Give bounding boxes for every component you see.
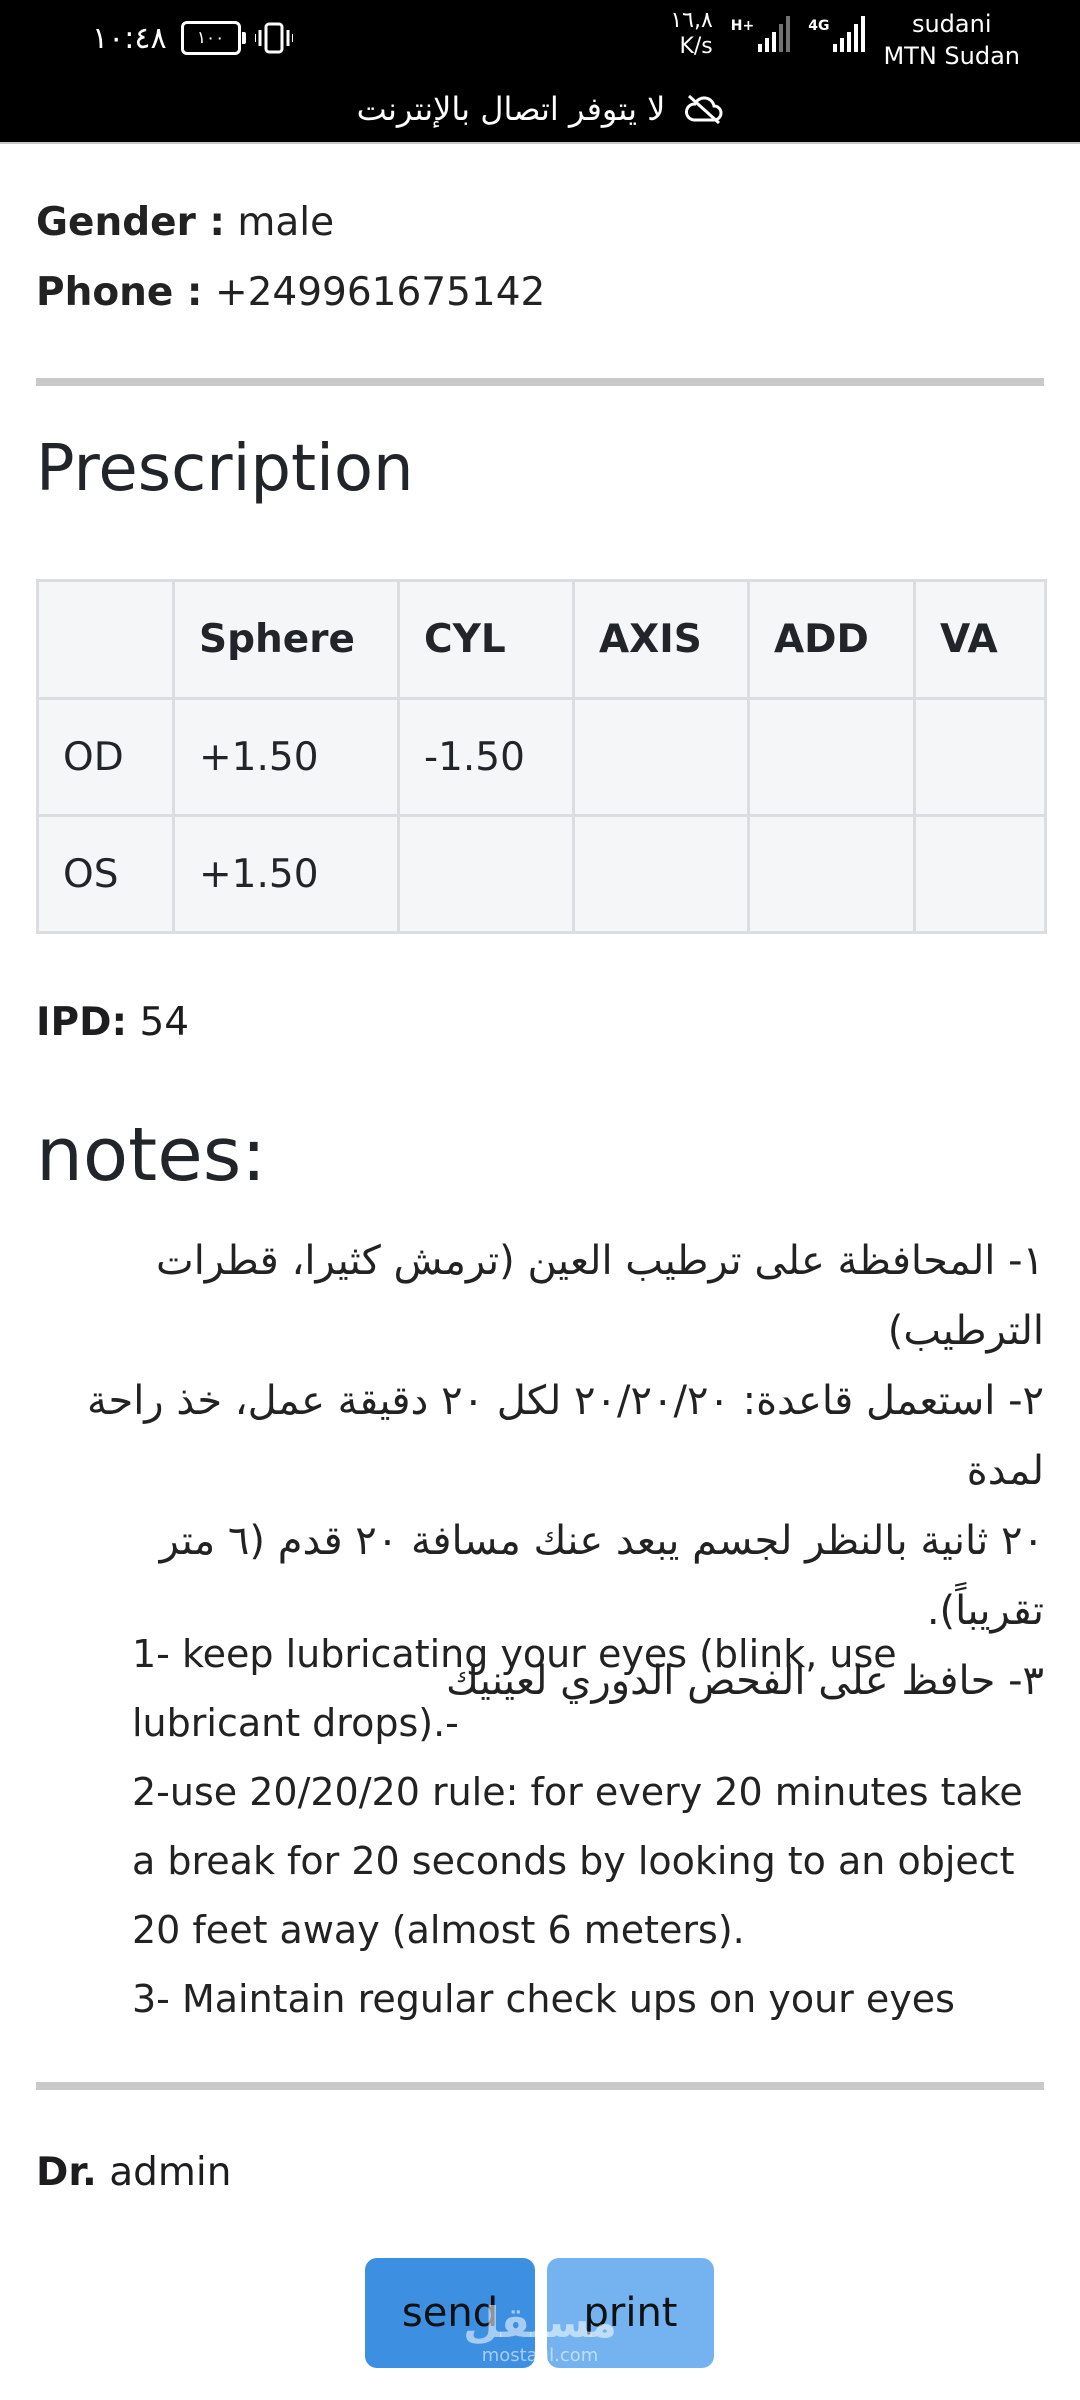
- cell-os-add: [747, 814, 916, 934]
- carrier-line-2: MTN Sudan: [883, 42, 1020, 70]
- network-speed: ١٦,٨ K/s: [670, 8, 712, 60]
- cloud-off-icon: [685, 94, 723, 124]
- notes-arabic-line: ٢- استعمل قاعدة: ٢٠/٢٠/٢٠ لكل ٢٠ دقيقة ع…: [87, 1378, 1044, 1494]
- header-cell-eye: [36, 579, 175, 700]
- table-row-od: OD +1.50 -1.50: [36, 697, 1047, 817]
- send-button[interactable]: send: [365, 2258, 535, 2368]
- notes-english-line: 1- keep lubricating your eyes (blink, us…: [132, 1632, 897, 1676]
- watermark-latin: mostaql.com: [481, 2345, 599, 2366]
- battery-icon: ١٠٠: [180, 21, 246, 55]
- carrier-line-1: sudani: [911, 10, 992, 38]
- status-left: ١٠:٤٨ ١٠٠: [92, 18, 293, 58]
- notes-english-line: 20 feet away (almost 6 meters).: [132, 1908, 745, 1952]
- sim2-network-type: 4G: [808, 18, 830, 34]
- cell-od-cyl: -1.50: [397, 697, 575, 817]
- cell-os-sphere: +1.50: [172, 814, 400, 934]
- header-cell-axis: AXIS: [572, 579, 750, 700]
- offline-banner: لا يتوفر اتصال بالإنترنت: [0, 86, 1080, 132]
- cell-os-eye: OS: [36, 814, 175, 934]
- cell-os-cyl: [397, 814, 575, 934]
- prescription-title: Prescription: [36, 432, 414, 506]
- offline-message: لا يتوفر اتصال بالإنترنت: [356, 90, 666, 128]
- prescription-table: Sphere CYL AXIS ADD VA OD +1.50 -1.50 OS…: [36, 579, 1047, 934]
- sim2-signal-icon: 4G: [808, 8, 866, 58]
- statusbar-divider: [0, 142, 1080, 144]
- watermark: مستقل mostaql.com: [0, 2300, 1080, 2366]
- network-speed-value: ١٦,٨: [670, 8, 713, 33]
- sim1-signal-icon: H+: [730, 8, 791, 58]
- header-cell-add: ADD: [747, 579, 916, 700]
- notes-title: notes:: [36, 1112, 267, 1198]
- ipd-line: IPD: 54: [36, 1000, 189, 1045]
- divider: [36, 2082, 1044, 2090]
- doctor-line: Dr. admin: [36, 2150, 231, 2195]
- header-cell-va: VA: [913, 579, 1047, 700]
- status-right: ١٦,٨ K/s H+ 4G sudani MTN Sudan: [670, 8, 1020, 72]
- cell-od-axis: [572, 697, 750, 817]
- cell-od-va: [913, 697, 1047, 817]
- ipd-label: IPD:: [36, 1000, 128, 1045]
- cell-os-va: [913, 814, 1047, 934]
- gender-label: Gender :: [36, 200, 226, 245]
- network-speed-unit: K/s: [679, 34, 713, 59]
- phone-value: +249961675142: [214, 270, 546, 315]
- battery-level: ١٠٠: [196, 28, 225, 48]
- carrier-name: sudani MTN Sudan: [883, 8, 1020, 72]
- phone-line: Phone : +249961675142: [36, 270, 545, 315]
- notes-english-line: 2-use 20/20/20 rule: for every 20 minute…: [132, 1770, 1023, 1814]
- vibrate-icon: [254, 21, 293, 55]
- cell-os-axis: [572, 814, 750, 934]
- notes-arabic-line: ١- المحافظة على ترطيب العين (ترمش كثيرا،…: [156, 1238, 1044, 1284]
- cell-od-eye: OD: [36, 697, 175, 817]
- sim1-network-type: H+: [730, 18, 755, 34]
- header-cell-cyl: CYL: [397, 579, 575, 700]
- notes-arabic-line: الترطيب): [887, 1308, 1044, 1354]
- print-button[interactable]: print: [547, 2258, 714, 2368]
- notes-english: 1- keep lubricating your eyes (blink, us…: [132, 1620, 1048, 2034]
- watermark-arabic: مستقل: [463, 2298, 617, 2347]
- phone-label: Phone :: [36, 270, 203, 315]
- gender-line: Gender : male: [36, 200, 334, 245]
- status-bar: ١٠:٤٨ ١٠٠ ١٦,٨ K/s H+ 4G sudani MTN Suda…: [0, 0, 1080, 144]
- table-row-os: OS +1.50: [36, 814, 1047, 934]
- header-cell-sphere: Sphere: [172, 579, 400, 700]
- doctor-label: Dr.: [36, 2150, 97, 2195]
- divider: [36, 378, 1044, 386]
- cell-od-sphere: +1.50: [172, 697, 400, 817]
- notes-english-line: 3- Maintain regular check ups on your ey…: [132, 1977, 955, 2021]
- notes-english-line: lubricant drops).-: [132, 1701, 459, 1745]
- ipd-value: 54: [139, 1000, 190, 1045]
- notes-english-line: a break for 20 seconds by looking to an …: [132, 1839, 1015, 1883]
- clock: ١٠:٤٨: [92, 20, 167, 56]
- gender-value: male: [237, 200, 335, 245]
- doctor-name: admin: [109, 2150, 232, 2195]
- cell-od-add: [747, 697, 916, 817]
- table-header-row: Sphere CYL AXIS ADD VA: [36, 579, 1047, 700]
